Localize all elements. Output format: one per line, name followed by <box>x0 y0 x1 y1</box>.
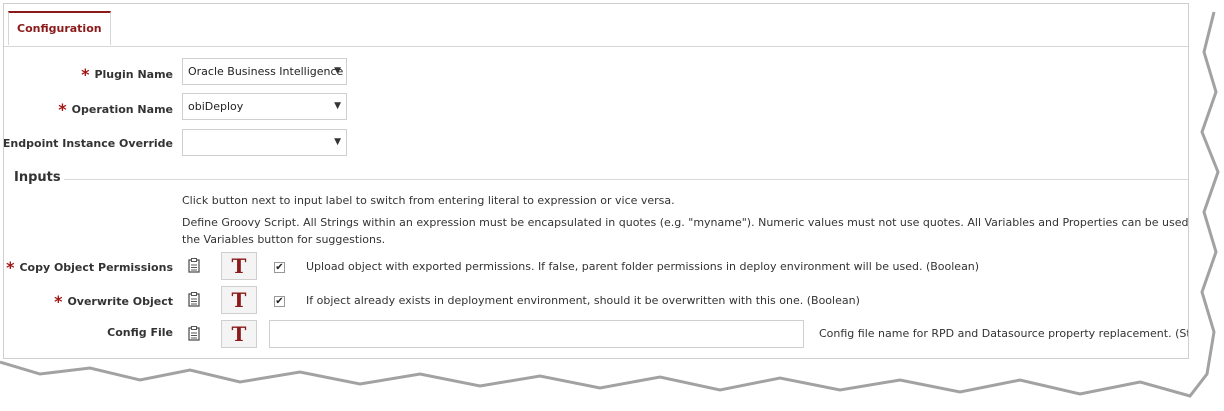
help-text-groovy-cont: the Variables button for suggestions. <box>182 233 386 246</box>
plugin-name-label: * Plugin Name <box>81 65 173 84</box>
overwrite-object-label: * Overwrite Object <box>54 292 173 311</box>
config-file-label: Config File <box>107 326 173 339</box>
expression-toggle-button[interactable]: T <box>221 320 257 348</box>
help-text-toggle: Click button next to input label to swit… <box>182 194 675 207</box>
overwrite-object-description: If object already exists in deployment e… <box>306 294 860 307</box>
endpoint-override-select[interactable]: ▼ <box>182 129 347 156</box>
tab-configuration[interactable]: Configuration <box>8 11 111 45</box>
endpoint-override-row: Endpoint Instance Override ▼ <box>4 129 1188 159</box>
clipboard-icon[interactable] <box>188 326 202 342</box>
plugin-name-row: * Plugin Name Oracle Business Intelligenc… <box>4 58 1188 88</box>
copy-permissions-description: Upload object with exported permissions.… <box>306 260 980 273</box>
operation-name-row: * Operation Name obiDeploy ▼ <box>4 93 1188 123</box>
inputs-section-title: Inputs <box>14 170 61 185</box>
expression-toggle-button[interactable]: T <box>221 252 257 280</box>
operation-name-select[interactable]: obiDeploy ▼ <box>182 93 347 120</box>
clipboard-icon[interactable] <box>188 258 202 274</box>
endpoint-override-label: Endpoint Instance Override <box>3 137 173 150</box>
plugin-name-select[interactable]: Oracle Business Intelligence ▼ <box>182 58 347 85</box>
clipboard-icon[interactable] <box>188 292 202 308</box>
required-marker: * <box>54 292 63 311</box>
required-marker: * <box>6 258 15 277</box>
chevron-down-icon: ▼ <box>334 66 341 76</box>
expression-toggle-button[interactable]: T <box>221 286 257 314</box>
checkmark-icon: ✔ <box>275 296 284 307</box>
checkmark-icon: ✔ <box>275 262 284 273</box>
required-marker: * <box>81 65 90 84</box>
copy-permissions-checkbox[interactable]: ✔ <box>274 262 285 273</box>
config-file-description: Config file name for RPD and Datasource … <box>819 327 1189 340</box>
overwrite-object-checkbox[interactable]: ✔ <box>274 296 285 307</box>
config-file-input[interactable] <box>269 320 804 348</box>
tab-bar: Configuration <box>4 4 1188 47</box>
chevron-down-icon: ▼ <box>334 137 341 147</box>
chevron-down-icon: ▼ <box>334 101 341 111</box>
help-text-groovy: Define Groovy Script. All Strings within… <box>182 216 1189 229</box>
required-marker: * <box>58 100 67 119</box>
configuration-panel: Configuration * Plugin Name Oracle Busine… <box>3 3 1189 359</box>
section-divider <box>64 179 1188 180</box>
copy-permissions-label: * Copy Object Permissions <box>6 258 173 277</box>
operation-name-label: * Operation Name <box>58 100 173 119</box>
